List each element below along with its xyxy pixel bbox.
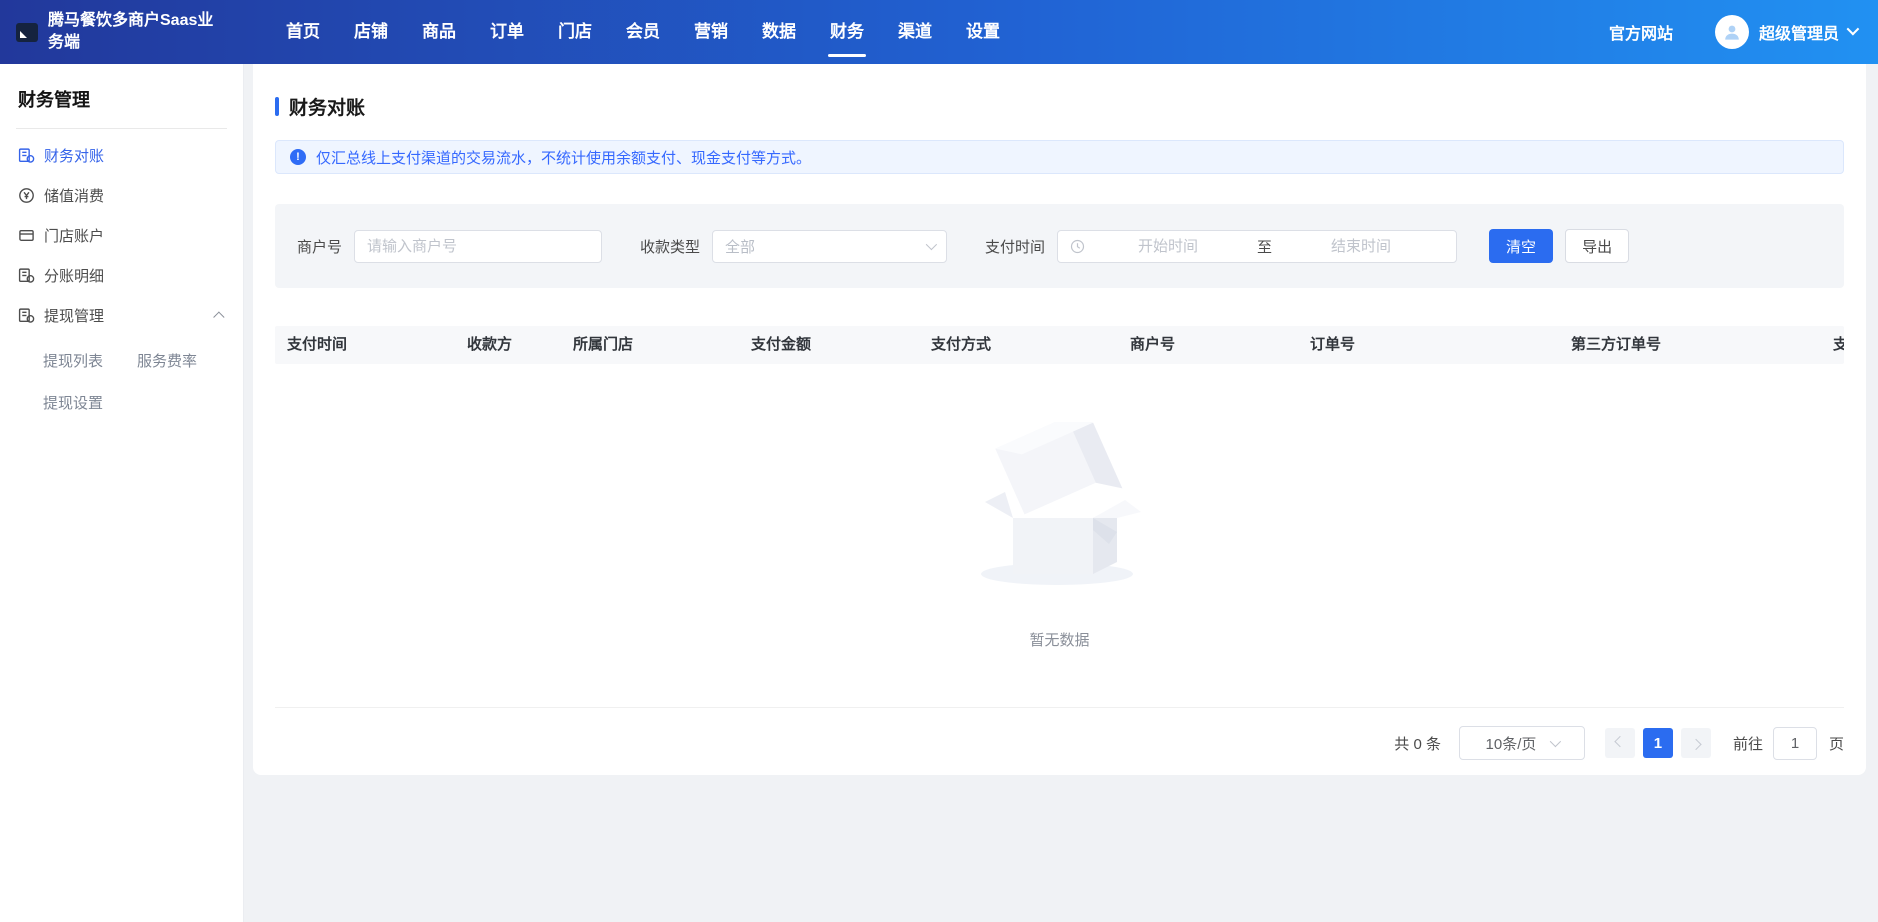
info-alert: ! 仅汇总线上支付渠道的交易流水，不统计使用余额支付、现金支付等方式。 <box>275 140 1844 174</box>
sidebar-subitem-withdraw-list[interactable]: 提现列表 <box>43 341 137 383</box>
payment-type-value: 全部 <box>725 236 926 257</box>
topbar-right: 官方网站 超级管理员 <box>1609 15 1878 49</box>
clear-button[interactable]: 清空 <box>1489 229 1553 263</box>
sidebar-title: 财务管理 <box>18 86 225 112</box>
chevron-right-icon <box>1690 739 1701 750</box>
nav-item-goods[interactable]: 商品 <box>420 0 458 64</box>
sidebar-divider <box>16 128 227 129</box>
sidebar-item-store-account[interactable]: 门店账户 <box>18 215 225 255</box>
start-time-input[interactable] <box>1085 238 1251 255</box>
empty-box-illustration <box>975 422 1145 590</box>
sidebar-item-label: 分账明细 <box>44 265 104 286</box>
nav-item-stores[interactable]: 门店 <box>556 0 594 64</box>
chevron-left-icon <box>1614 736 1625 747</box>
main-content-card: 财务对账 ! 仅汇总线上支付渠道的交易流水，不统计使用余额支付、现金支付等方式。… <box>253 64 1866 775</box>
column-header-pay-time: 支付时间 <box>287 326 347 364</box>
column-header-clipped: 支付 <box>1833 326 1844 364</box>
goto-page-unit: 页 <box>1829 733 1844 754</box>
chevron-up-icon[interactable] <box>213 311 224 322</box>
goto-label: 前往 <box>1733 733 1763 754</box>
sidebar-item-label: 储值消费 <box>44 185 104 206</box>
sidebar-item-stored-value[interactable]: 储值消费 <box>18 175 225 215</box>
nav-item-data[interactable]: 数据 <box>760 0 798 64</box>
pay-time-label: 支付时间 <box>985 236 1045 257</box>
page-1-button[interactable]: 1 <box>1643 728 1673 758</box>
total-count: 共 0 条 <box>1394 733 1441 754</box>
title-accent-bar <box>275 97 279 116</box>
app-logo-icon <box>16 23 38 42</box>
merchant-id-input[interactable] <box>354 230 602 263</box>
app-root: 腾马餐饮多商户Saas业务端 首页 店铺 商品 订单 门店 会员 营销 数据 财… <box>0 0 1878 922</box>
stored-value-icon <box>18 187 35 204</box>
nav-item-settings[interactable]: 设置 <box>964 0 1002 64</box>
range-separator: 至 <box>1251 236 1278 257</box>
user-icon <box>1722 22 1742 42</box>
empty-text: 暂无数据 <box>275 629 1844 650</box>
info-alert-text: 仅汇总线上支付渠道的交易流水，不统计使用余额支付、现金支付等方式。 <box>316 147 811 168</box>
top-navigation: 首页 店铺 商品 订单 门店 会员 营销 数据 财务 渠道 设置 <box>284 0 1032 64</box>
brand-title: 腾马餐饮多商户Saas业务端 <box>48 10 216 53</box>
official-site-link[interactable]: 官方网站 <box>1609 20 1673 44</box>
sidebar-item-withdraw-management[interactable]: 提现管理 <box>18 295 225 335</box>
sidebar: 财务管理 财务对账 储值消费 <box>0 64 244 922</box>
nav-item-finance[interactable]: 财务 <box>828 0 866 64</box>
pagination: 共 0 条 10条/页 1 前往 页 <box>275 726 1844 760</box>
nav-item-home[interactable]: 首页 <box>284 0 322 64</box>
sidebar-item-split-detail[interactable]: 分账明细 <box>18 255 225 295</box>
ledger-icon <box>18 147 35 164</box>
nav-item-channels[interactable]: 渠道 <box>896 0 934 64</box>
topbar: 腾马餐饮多商户Saas业务端 首页 店铺 商品 订单 门店 会员 营销 数据 财… <box>0 0 1878 64</box>
column-header-merchant-id: 商户号 <box>1130 326 1175 364</box>
payment-type-label: 收款类型 <box>640 236 700 257</box>
column-header-payee: 收款方 <box>467 326 512 364</box>
withdraw-icon <box>18 307 35 324</box>
empty-state: 暂无数据 <box>275 364 1844 650</box>
sidebar-menu: 财务对账 储值消费 门店账户 <box>18 135 225 335</box>
page-size-select[interactable]: 10条/页 <box>1459 726 1585 760</box>
column-header-amount: 支付金额 <box>751 326 811 364</box>
sidebar-item-label: 财务对账 <box>44 145 104 166</box>
chevron-down-icon <box>1550 736 1561 747</box>
chevron-down-icon[interactable] <box>1847 22 1860 35</box>
export-button[interactable]: 导出 <box>1565 229 1629 263</box>
column-header-store: 所属门店 <box>573 326 633 364</box>
page-title-row: 财务对账 <box>275 94 1844 118</box>
withdraw-submenu: 提现列表 服务费率 提现设置 <box>18 341 225 425</box>
end-time-input[interactable] <box>1278 238 1444 255</box>
brand: 腾马餐饮多商户Saas业务端 <box>0 10 252 53</box>
sidebar-item-reconciliation[interactable]: 财务对账 <box>18 135 225 175</box>
prev-page-button[interactable] <box>1605 728 1635 758</box>
table-header-row: 支付时间 收款方 所属门店 支付金额 支付方式 商户号 订单号 第三方订单号 支… <box>275 326 1844 364</box>
column-header-pay-method: 支付方式 <box>931 326 991 364</box>
nav-item-shop[interactable]: 店铺 <box>352 0 390 64</box>
nav-item-orders[interactable]: 订单 <box>488 0 526 64</box>
sidebar-item-label: 提现管理 <box>44 305 104 326</box>
next-page-button[interactable] <box>1681 728 1711 758</box>
goto-page-input[interactable] <box>1773 727 1817 760</box>
split-ledger-icon <box>18 267 35 284</box>
sidebar-item-label: 门店账户 <box>44 225 104 246</box>
current-user-name[interactable]: 超级管理员 <box>1759 20 1839 44</box>
column-header-thirdparty-no: 第三方订单号 <box>1571 326 1661 364</box>
sidebar-subitem-service-rate[interactable]: 服务费率 <box>137 341 225 383</box>
filter-bar: 商户号 收款类型 全部 支付时间 至 清空 导出 <box>275 204 1844 288</box>
page-size-value: 10条/页 <box>1486 733 1537 754</box>
sidebar-subitem-withdraw-settings[interactable]: 提现设置 <box>43 383 137 425</box>
page-title: 财务对账 <box>289 93 365 120</box>
pagination-divider <box>275 707 1844 708</box>
chevron-down-icon <box>926 239 937 250</box>
store-account-icon <box>18 227 35 244</box>
info-icon: ! <box>290 149 306 165</box>
column-header-order-no: 订单号 <box>1310 326 1355 364</box>
merchant-id-label: 商户号 <box>297 236 342 257</box>
pay-time-range-picker[interactable]: 至 <box>1057 230 1457 263</box>
nav-item-marketing[interactable]: 营销 <box>692 0 730 64</box>
nav-item-members[interactable]: 会员 <box>624 0 662 64</box>
payment-type-select[interactable]: 全部 <box>712 230 947 263</box>
clock-icon <box>1070 239 1085 254</box>
avatar[interactable] <box>1715 15 1749 49</box>
